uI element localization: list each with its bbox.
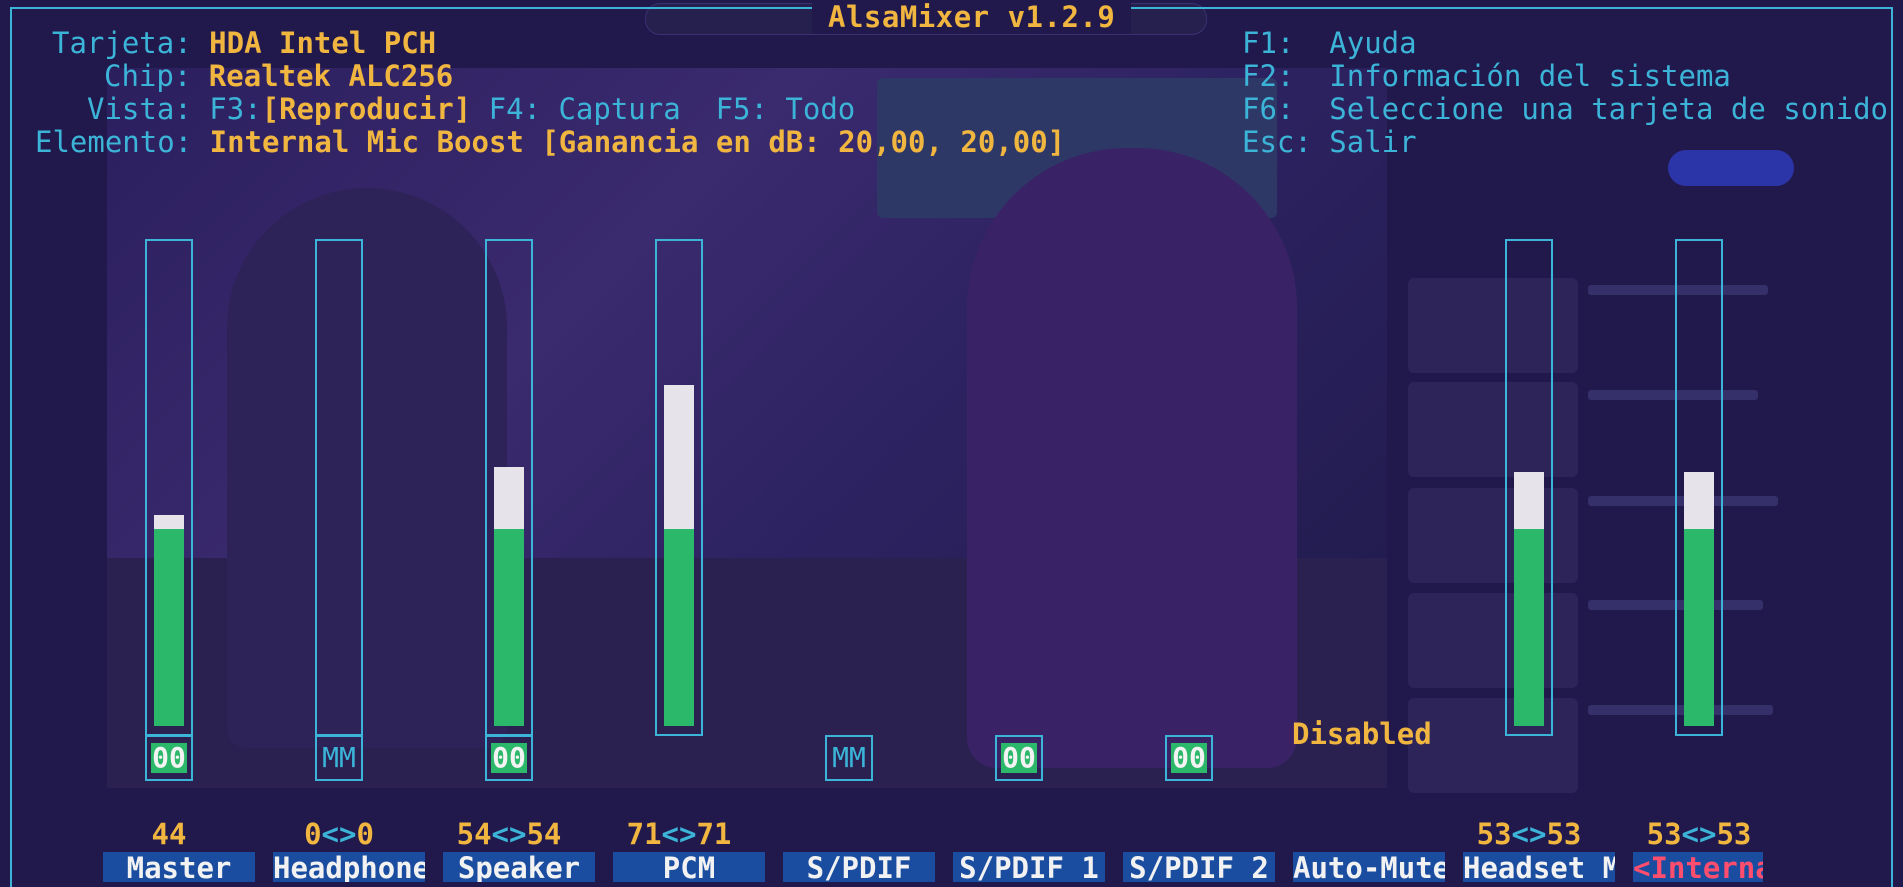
channel-label-pcm[interactable]: PCM [613, 852, 765, 882]
volume-left-headphone: 0 [304, 817, 322, 851]
volume-bar-speaker[interactable] [485, 239, 533, 736]
mute-state-s-pdif: MM [832, 741, 866, 774]
mute-toggle-speaker[interactable]: 00 [485, 735, 533, 781]
volume-peak-headset-m [1514, 472, 1544, 529]
volume-value-internal: 53<>53 [1627, 818, 1771, 850]
volume-fill-internal [1684, 529, 1714, 726]
volume-fill-master [154, 529, 184, 726]
window-title: AlsaMixer v1.2.9 [812, 0, 1132, 34]
mute-state-s-pdif-1: 00 [1001, 741, 1037, 774]
volume-value-headphone: 0<>0 [267, 818, 411, 850]
view-f3-key[interactable]: F3: [209, 92, 261, 126]
volume-fill-speaker [494, 529, 524, 726]
volume-bar-master[interactable] [145, 239, 193, 736]
chip-value: Realtek ALC256 [208, 59, 454, 93]
help-f2[interactable]: F2: Información del sistema [1242, 60, 1731, 92]
mute-state-speaker: 00 [491, 741, 527, 774]
item-value: Internal Mic Boost [Ganancia en dB: 20,0… [209, 125, 1066, 159]
volume-peak-pcm [664, 385, 694, 529]
volume-bar-internal[interactable] [1675, 239, 1723, 736]
volume-value-pcm: 71<>71 [607, 818, 751, 850]
volume-separator: <> [1511, 817, 1547, 851]
chip-row: Chip: Realtek ALC256 [104, 60, 453, 92]
status-auto-mute[interactable]: Disabled [1292, 718, 1432, 750]
volume-left-speaker: 54 [456, 817, 492, 851]
volume-fill-pcm [664, 529, 694, 726]
volume-value-headset-m: 53<>53 [1457, 818, 1601, 850]
volume-bar-headphone[interactable] [315, 239, 363, 736]
volume-right-internal: 53 [1716, 817, 1752, 851]
help-f1[interactable]: F1: Ayuda [1242, 27, 1417, 59]
channel-label-headphone[interactable]: Headphone [273, 852, 425, 882]
volume-left-headset-m: 53 [1476, 817, 1512, 851]
channel-label-s-pdif[interactable]: S/PDIF [783, 852, 935, 882]
channel-label-internal[interactable]: <Internal > [1633, 852, 1763, 882]
view-label: Vista: [87, 92, 192, 126]
volume-separator: <> [661, 817, 697, 851]
volume-value-master: 44 [97, 818, 241, 850]
mute-state-s-pdif-2: 00 [1171, 741, 1207, 774]
channel-label-speaker[interactable]: Speaker [443, 852, 595, 882]
view-playback-option[interactable]: [Reproducir] [262, 92, 472, 126]
volume-separator: <> [1681, 817, 1717, 851]
volume-fill-headset-m [1514, 529, 1544, 726]
item-row: Elemento: Internal Mic Boost [Ganancia e… [35, 126, 1065, 158]
mute-toggle-headphone[interactable]: MM [315, 735, 363, 781]
item-label: Elemento: [35, 125, 193, 159]
volume-bar-pcm[interactable] [655, 239, 703, 736]
volume-right-headset-m: 53 [1546, 817, 1582, 851]
card-value: HDA Intel PCH [209, 26, 437, 60]
volume-left-pcm: 71 [626, 817, 662, 851]
volume-peak-internal [1684, 472, 1714, 529]
volume-value-speaker: 54<>54 [437, 818, 581, 850]
mute-toggle-s-pdif[interactable]: MM [825, 735, 873, 781]
mute-state-headphone: MM [322, 741, 356, 774]
volume-peak-master [154, 515, 184, 529]
channel-label-s-pdif-2[interactable]: S/PDIF 2 [1123, 852, 1275, 882]
mute-toggle-s-pdif-2[interactable]: 00 [1165, 735, 1213, 781]
channel-label-master[interactable]: Master [103, 852, 255, 882]
volume-right-headphone: 0 [356, 817, 374, 851]
help-esc[interactable]: Esc: Salir [1242, 126, 1417, 158]
mute-toggle-master[interactable]: 00 [145, 735, 193, 781]
volume-separator: <> [321, 817, 357, 851]
view-all-option[interactable]: F5: Todo [716, 92, 856, 126]
volume-right-pcm: 71 [696, 817, 732, 851]
channel-label-headset-m[interactable]: Headset M [1463, 852, 1615, 882]
mute-state-master: 00 [151, 741, 187, 774]
volume-separator: <> [491, 817, 527, 851]
mute-toggle-s-pdif-1[interactable]: 00 [995, 735, 1043, 781]
help-f6[interactable]: F6: Seleccione una tarjeta de sonido [1242, 93, 1888, 125]
card-label: Tarjeta: [52, 26, 192, 60]
volume-left-master: 44 [151, 817, 187, 851]
chip-label: Chip: [104, 59, 192, 93]
view-capture-option[interactable]: F4: Captura [489, 92, 681, 126]
volume-peak-speaker [494, 467, 524, 529]
channel-label-s-pdif-1[interactable]: S/PDIF 1 [953, 852, 1105, 882]
volume-bar-headset-m[interactable] [1505, 239, 1553, 736]
channel-label-auto-mute[interactable]: Auto-Mute [1293, 852, 1445, 882]
view-row: Vista: F3:[Reproducir] F4: Captura F5: T… [87, 93, 855, 125]
volume-right-speaker: 54 [526, 817, 562, 851]
volume-left-internal: 53 [1646, 817, 1682, 851]
card-row: Tarjeta: HDA Intel PCH [52, 27, 436, 59]
